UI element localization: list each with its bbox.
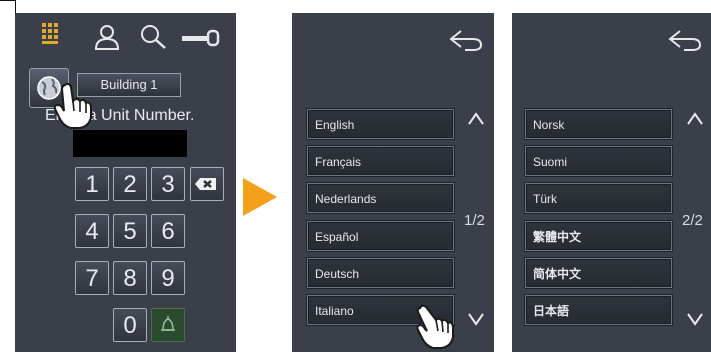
language-option[interactable]: 简体中文	[525, 258, 672, 288]
user-icon[interactable]	[93, 23, 121, 51]
key-1[interactable]: 1	[75, 167, 109, 201]
language-option[interactable]: Norsk	[525, 109, 672, 139]
language-option[interactable]: Français	[307, 146, 454, 176]
touch-hand-icon	[53, 82, 92, 129]
language-option[interactable]: English	[307, 109, 454, 139]
back-icon[interactable]	[447, 27, 487, 53]
call-button[interactable]	[151, 308, 185, 342]
language-option[interactable]: Suomi	[525, 146, 672, 176]
key-0[interactable]: 0	[113, 308, 147, 342]
key-4[interactable]: 4	[75, 214, 109, 248]
back-icon[interactable]	[666, 27, 706, 53]
grid-icon[interactable]	[42, 23, 62, 45]
key-3[interactable]: 3	[151, 167, 185, 201]
transition-arrow	[243, 178, 277, 216]
chevron-down-icon[interactable]	[467, 312, 485, 326]
language-option[interactable]: 繁體中文	[525, 221, 672, 251]
key-6[interactable]: 6	[151, 214, 185, 248]
backspace-button[interactable]	[190, 167, 224, 201]
unit-entry-screen: Building 1 Enter a Unit Number. 1 2 3 4 …	[15, 13, 236, 352]
chevron-up-icon[interactable]	[467, 112, 485, 126]
key-5[interactable]: 5	[113, 214, 147, 248]
key-8[interactable]: 8	[113, 261, 147, 295]
bell-icon	[161, 316, 175, 331]
language-option[interactable]: Nederlands	[307, 183, 454, 213]
touch-hand-icon	[416, 304, 454, 349]
page-indicator: 2/2	[682, 212, 703, 229]
key-2[interactable]: 2	[113, 167, 147, 201]
callout-line-horizontal	[0, 0, 16, 1]
chevron-down-icon[interactable]	[686, 312, 704, 326]
language-option[interactable]: Türk	[525, 183, 672, 213]
page-indicator: 1/2	[464, 212, 485, 229]
unit-number-display	[73, 130, 187, 157]
key-icon[interactable]	[181, 29, 223, 47]
language-option[interactable]: Español	[307, 221, 454, 251]
chevron-up-icon[interactable]	[686, 112, 704, 126]
key-9[interactable]: 9	[151, 261, 185, 295]
language-screen-page-1: English Français Nederlands Español Deut…	[292, 13, 494, 352]
key-7[interactable]: 7	[75, 261, 109, 295]
language-option[interactable]: 日本語	[525, 295, 672, 325]
language-screen-page-2: Norsk Suomi Türk 繁體中文 简体中文 日本語 2/2	[512, 13, 711, 352]
language-option[interactable]: Deutsch	[307, 258, 454, 288]
backspace-icon	[195, 178, 216, 190]
search-icon[interactable]	[139, 23, 169, 51]
